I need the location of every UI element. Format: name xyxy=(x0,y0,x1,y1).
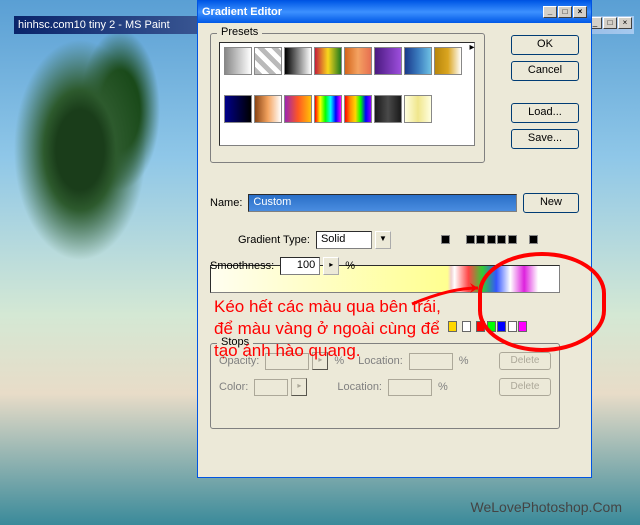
preset-swatch[interactable] xyxy=(224,47,252,75)
preset-swatch[interactable] xyxy=(404,47,432,75)
annotation-circle xyxy=(478,252,606,352)
opacity-stops-track[interactable] xyxy=(210,235,560,247)
dlg-minimize-icon[interactable]: _ xyxy=(543,6,557,18)
opacity-stop[interactable] xyxy=(441,235,450,244)
location-unit-1: % xyxy=(459,355,469,367)
color-swatch xyxy=(254,379,288,396)
location-label-2: Location: xyxy=(337,381,382,393)
opacity-stop[interactable] xyxy=(487,235,496,244)
opacity-stop[interactable] xyxy=(466,235,475,244)
cancel-button[interactable]: Cancel xyxy=(511,61,579,81)
dlg-close-icon[interactable]: × xyxy=(573,6,587,18)
smoothness-unit: % xyxy=(345,260,355,272)
opacity-stop[interactable] xyxy=(529,235,538,244)
preset-swatch[interactable] xyxy=(344,95,372,123)
annotation-arrow xyxy=(410,280,490,313)
preset-swatch[interactable] xyxy=(374,95,402,123)
delete-color-button: Delete xyxy=(499,378,551,396)
gradient-editor-dialog: Gradient Editor _ □ × Presets ▸ OK Cance… xyxy=(197,0,592,478)
presets-group: Presets ▸ xyxy=(210,33,485,163)
name-label: Name: xyxy=(210,197,242,209)
location-unit-2: % xyxy=(438,381,448,393)
color-flyout-icon: ▸ xyxy=(291,378,307,396)
watermark: WeLovePhotoshop.Com xyxy=(471,499,623,515)
dialog-titlebar[interactable]: Gradient Editor _ □ × xyxy=(198,1,591,23)
save-button[interactable]: Save... xyxy=(511,129,579,149)
preset-swatch[interactable] xyxy=(314,95,342,123)
smoothness-input[interactable]: 100 xyxy=(280,257,320,275)
presets-label: Presets xyxy=(217,26,262,38)
preset-swatch[interactable] xyxy=(344,47,372,75)
close-icon[interactable]: × xyxy=(618,17,632,29)
opacity-stop[interactable] xyxy=(497,235,506,244)
color-stop[interactable] xyxy=(462,321,471,332)
preset-swatch[interactable] xyxy=(434,47,462,75)
preset-swatch[interactable] xyxy=(314,47,342,75)
opacity-stop[interactable] xyxy=(476,235,485,244)
preset-swatch[interactable] xyxy=(254,95,282,123)
preset-swatch[interactable] xyxy=(224,95,252,123)
name-input[interactable]: Custom xyxy=(248,194,517,212)
opacity-stop[interactable] xyxy=(508,235,517,244)
maximize-icon[interactable]: □ xyxy=(603,17,617,29)
preset-swatch[interactable] xyxy=(284,95,312,123)
new-button[interactable]: New xyxy=(523,193,579,213)
delete-opacity-button: Delete xyxy=(499,352,551,370)
main-window-title: hinhsc.com10 tiny 2 - MS Paint xyxy=(18,19,170,31)
presets-menu-icon[interactable]: ▸ xyxy=(464,42,480,56)
preset-swatch[interactable] xyxy=(284,47,312,75)
location-input-2 xyxy=(388,379,432,396)
preset-swatch[interactable] xyxy=(374,47,402,75)
smoothness-label: Smoothness: xyxy=(210,260,274,272)
load-button[interactable]: Load... xyxy=(511,103,579,123)
preset-swatch[interactable] xyxy=(404,95,432,123)
ok-button[interactable]: OK xyxy=(511,35,579,55)
smoothness-flyout-icon[interactable]: ▸ xyxy=(323,257,339,275)
preset-swatch[interactable] xyxy=(254,47,282,75)
color-label: Color: xyxy=(219,381,248,393)
dlg-maximize-icon[interactable]: □ xyxy=(558,6,572,18)
preset-swatches xyxy=(219,42,475,146)
dialog-title: Gradient Editor xyxy=(202,6,282,18)
